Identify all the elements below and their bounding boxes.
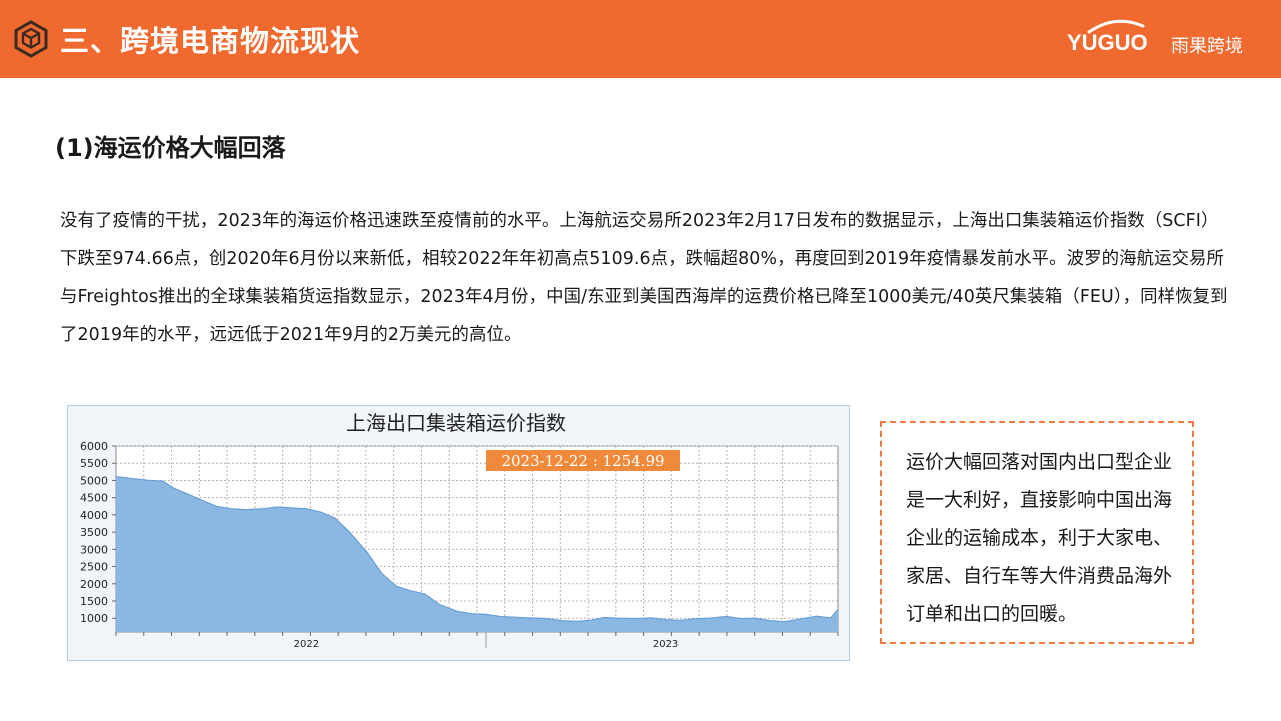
chart-canvas: 上海出口集装箱运价指数 1000 1500 2000 2500 3000 3500 4000…: [80, 411, 839, 650]
note-text: 运价大幅回落对国内出口型企业是一大利好，直接影响中国出海企业的运输成本，利于大家…: [906, 451, 1173, 625]
value-tooltip: 2023-12-22 : 1254.99: [486, 450, 680, 471]
y-tick-label: 5000: [80, 474, 108, 487]
page-title: 三、跨境电商物流现状: [60, 24, 361, 58]
y-tick-label: 5500: [80, 457, 108, 470]
header-bar: 三、跨境电商物流现状 YUGUO 雨果跨境: [0, 0, 1281, 78]
y-tick-label: 2500: [80, 561, 108, 574]
y-tick-label: 2000: [80, 578, 108, 591]
y-tick-label: 4500: [80, 492, 108, 505]
body-paragraph: 没有了疫情的干扰，2023年的海运价格迅速跌至疫情前的水平。上海航运交易所202…: [60, 211, 1228, 345]
note-box: 运价大幅回落对国内出口型企业是一大利好，直接影响中国出海企业的运输成本，利于大家…: [880, 421, 1194, 644]
section-heading: (1)海运价格大幅回落: [55, 134, 286, 162]
y-tick-label: 3500: [80, 526, 108, 539]
y-tick-label: 3000: [80, 543, 108, 556]
chart-title: 上海出口集装箱运价指数: [346, 411, 566, 435]
x-tick-label: 2022: [294, 639, 319, 650]
y-axis: 1000 1500 2000 2500 3000 3500 4000 4500 5000 5500…: [80, 440, 116, 625]
x-axis: 2022 2023: [115, 632, 839, 650]
brand-chinese-name: 雨果跨境: [1171, 36, 1243, 57]
y-tick-label: 1000: [80, 612, 108, 625]
y-tick-label: 6000: [80, 440, 108, 453]
cube-hexagon-icon: [14, 20, 48, 58]
brand-name: YUGUO: [1067, 30, 1148, 55]
scfi-chart: 上海出口集装箱运价指数 1000 1500 2000 2500 3000 3500 4000…: [67, 405, 850, 661]
brand-logo: YUGUO 雨果跨境: [1063, 18, 1263, 60]
tooltip-label: 2023-12-22 : 1254.99: [501, 452, 664, 470]
x-tick-label: 2023: [653, 639, 678, 650]
y-tick-label: 1500: [80, 595, 108, 608]
y-tick-label: 4000: [80, 509, 108, 522]
